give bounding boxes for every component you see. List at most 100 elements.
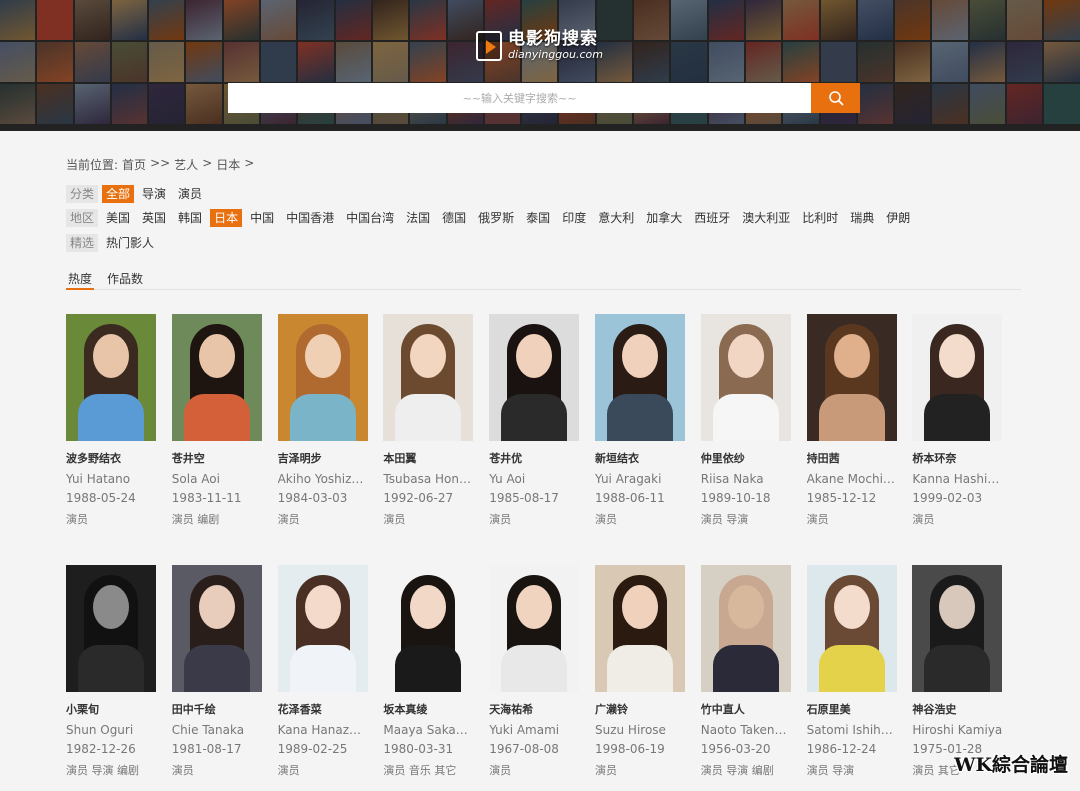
photo-face	[304, 334, 341, 378]
featured-option[interactable]: 热门影人	[102, 234, 158, 252]
artist-photo[interactable]	[912, 314, 1003, 441]
photo-body	[183, 645, 250, 692]
artist-roman-name: Yu Aoi	[489, 472, 526, 486]
artist-photo[interactable]	[806, 314, 897, 441]
photo-face	[516, 585, 553, 629]
artist-card[interactable]: 本田翼 Tsubasa Honda 1992-06-27 演员	[383, 314, 474, 526]
artist-card[interactable]: 吉泽明步 Akiho Yoshizawa 1984-03-03 演员	[277, 314, 368, 526]
artist-card[interactable]: 持田茜 Akane Mochida 1985-12-12 演员	[806, 314, 897, 526]
artist-name[interactable]: 神谷浩史	[912, 701, 1002, 717]
search-button[interactable]	[811, 83, 860, 113]
search-input[interactable]	[228, 83, 811, 113]
artist-roles: 演员	[277, 764, 300, 777]
artist-name[interactable]: 苍井空	[172, 450, 262, 466]
artist-roles: 演员 编剧	[171, 513, 220, 526]
region-option[interactable]: 中国香港	[282, 209, 338, 227]
category-option[interactable]: 全部	[102, 185, 135, 203]
artist-name[interactable]: 桥本环奈	[912, 450, 1002, 466]
region-option[interactable]: 德国	[438, 209, 470, 227]
artist-roles: 演员 导演	[700, 513, 749, 526]
artist-card[interactable]: 田中千绘 Chie Tanaka 1981-08-17 演员	[171, 565, 262, 777]
breadcrumb-home[interactable]: 首页	[122, 156, 146, 173]
breadcrumb-section[interactable]: 艺人	[174, 156, 198, 173]
artist-card[interactable]: 石原里美 Satomi Ishihara 1986-12-24 演员 导演	[806, 565, 897, 777]
region-option[interactable]: 泰国	[522, 209, 554, 227]
region-option[interactable]: 加拿大	[642, 209, 686, 227]
artist-photo[interactable]	[489, 565, 580, 692]
region-option[interactable]: 澳大利亚	[738, 209, 794, 227]
region-option[interactable]: 意大利	[594, 209, 638, 227]
artist-card[interactable]: 苍井优 Yu Aoi 1985-08-17 演员	[489, 314, 580, 526]
artist-name[interactable]: 天海祐希	[489, 701, 579, 717]
artist-card[interactable]: 竹中直人 Naoto Takenaka 1956-03-20 演员 导演 编剧	[700, 565, 791, 777]
artist-card[interactable]: 天海祐希 Yuki Amami 1967-08-08 演员	[489, 565, 580, 777]
artist-photo[interactable]	[700, 314, 791, 441]
category-option[interactable]: 演员	[174, 185, 206, 203]
artist-birthdate: 1983-11-11	[171, 491, 242, 505]
artist-photo[interactable]	[594, 314, 685, 441]
artist-card[interactable]: 波多野结衣 Yui Hatano 1988-05-24 演员	[66, 314, 156, 526]
artist-photo[interactable]	[171, 314, 262, 441]
artist-name[interactable]: 石原里美	[807, 701, 897, 717]
artist-photo[interactable]	[912, 565, 1003, 692]
artist-photo[interactable]	[806, 565, 897, 692]
artist-photo[interactable]	[277, 565, 368, 692]
artist-name[interactable]: 竹中直人	[701, 701, 791, 717]
artist-roman-name: Akane Mochida	[806, 472, 897, 486]
artist-photo[interactable]	[66, 314, 156, 441]
artist-card[interactable]: 神谷浩史 Hiroshi Kamiya 1975-01-28 演员 其它	[912, 565, 1003, 777]
artist-photo[interactable]	[489, 314, 580, 441]
artist-name[interactable]: 广濑铃	[595, 701, 685, 717]
artist-name[interactable]: 坂本真绫	[383, 701, 473, 717]
artist-name[interactable]: 花泽香菜	[278, 701, 368, 717]
artist-card[interactable]: 苍井空 Sola Aoi 1983-11-11 演员 编剧	[171, 314, 262, 526]
artist-card[interactable]: 小栗旬 Shun Oguri 1982-12-26 演员 导演 编剧	[66, 565, 156, 777]
artist-roman-name: Sola Aoi	[171, 472, 220, 486]
artist-photo[interactable]	[66, 565, 156, 692]
artist-photo[interactable]	[171, 565, 262, 692]
breadcrumb-sep: >	[202, 156, 213, 170]
region-option[interactable]: 印度	[558, 209, 590, 227]
artist-card[interactable]: 仲里依纱 Riisa Naka 1989-10-18 演员 导演	[700, 314, 791, 526]
region-option[interactable]: 英国	[138, 209, 170, 227]
category-option[interactable]: 导演	[138, 185, 170, 203]
artist-card[interactable]: 广濑铃 Suzu Hirose 1998-06-19 演员	[594, 565, 685, 777]
photo-body	[289, 645, 356, 692]
artist-photo[interactable]	[277, 314, 368, 441]
artist-roles: 演员	[277, 513, 300, 526]
artist-name[interactable]: 仲里依纱	[701, 450, 791, 466]
region-option[interactable]: 比利时	[798, 209, 842, 227]
artist-name[interactable]: 新垣结衣	[595, 450, 685, 466]
region-option[interactable]: 法国	[402, 209, 434, 227]
artist-photo[interactable]	[383, 314, 474, 441]
breadcrumb-region[interactable]: 日本	[216, 156, 240, 173]
region-option[interactable]: 伊朗	[882, 209, 914, 227]
artist-photo[interactable]	[700, 565, 791, 692]
photo-face	[833, 334, 870, 378]
artist-roman-name: Yui Hatano	[66, 472, 131, 486]
artist-photo[interactable]	[594, 565, 685, 692]
artist-photo[interactable]	[383, 565, 474, 692]
artist-name[interactable]: 田中千绘	[172, 701, 262, 717]
region-option[interactable]: 中国	[246, 209, 278, 227]
region-option[interactable]: 西班牙	[690, 209, 734, 227]
region-option[interactable]: 日本	[210, 209, 243, 227]
region-option[interactable]: 瑞典	[846, 209, 878, 227]
tab-sort[interactable]: 作品数	[105, 270, 145, 290]
artist-name[interactable]: 吉泽明步	[278, 450, 368, 466]
artist-name[interactable]: 持田茜	[807, 450, 897, 466]
artist-name[interactable]: 小栗旬	[66, 701, 156, 717]
region-option[interactable]: 俄罗斯	[474, 209, 518, 227]
artist-name[interactable]: 苍井优	[489, 450, 579, 466]
tab-sort[interactable]: 热度	[66, 270, 95, 290]
region-option[interactable]: 韩国	[174, 209, 206, 227]
artist-name[interactable]: 波多野结衣	[66, 450, 156, 466]
artist-card[interactable]: 花泽香菜 Kana Hanazawa 1989-02-25 演员	[277, 565, 368, 777]
region-option[interactable]: 美国	[102, 209, 134, 227]
artist-card[interactable]: 桥本环奈 Kanna Hashim... 1999-02-03 演员	[912, 314, 1003, 526]
artist-card[interactable]: 坂本真绫 Maaya Sakam... 1980-03-31 演员 音乐 其它	[383, 565, 474, 777]
site-logo[interactable]: 电影狗搜索 dianyinggou.com	[476, 30, 603, 62]
artist-name[interactable]: 本田翼	[383, 450, 473, 466]
artist-card[interactable]: 新垣结衣 Yui Aragaki 1988-06-11 演员	[594, 314, 685, 526]
region-option[interactable]: 中国台湾	[342, 209, 398, 227]
